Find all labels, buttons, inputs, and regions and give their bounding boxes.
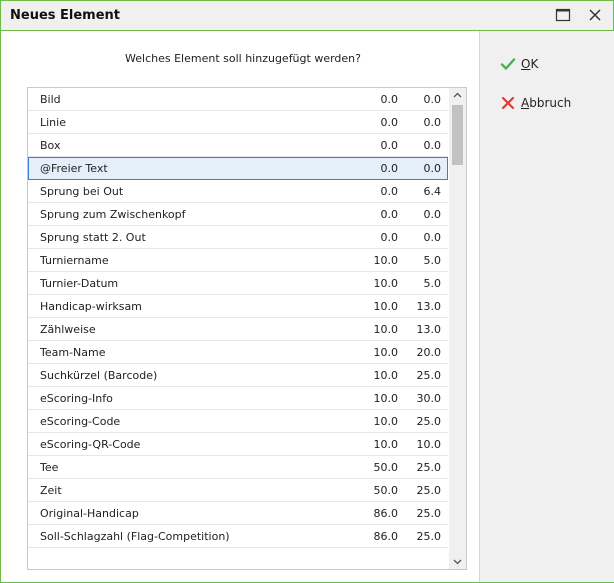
item-value-b: 25.0	[416, 507, 442, 520]
chevron-down-icon[interactable]	[452, 556, 463, 567]
item-value-a: 10.0	[373, 392, 399, 405]
item-name: @Freier Text	[40, 162, 108, 175]
item-name: Sprung zum Zwischenkopf	[40, 208, 186, 221]
item-value-b: 25.0	[416, 369, 442, 382]
item-value-b: 13.0	[416, 323, 442, 336]
item-value-b: 25.0	[416, 484, 442, 497]
item-value-b: 0.0	[423, 116, 442, 129]
item-value-a: 0.0	[380, 93, 399, 106]
window-title: Neues Element	[10, 8, 121, 23]
list-item[interactable]: Turniername 10.0 5.0	[28, 249, 448, 272]
item-value-a: 0.0	[380, 162, 399, 175]
title-bar: Neues Element	[1, 1, 613, 31]
item-value-a: 10.0	[373, 300, 399, 313]
item-name: Zeit	[40, 484, 62, 497]
list-item[interactable]: Sprung bei Out 0.0 6.4	[28, 180, 448, 203]
item-value-b: 25.0	[416, 461, 442, 474]
checkmark-icon	[500, 56, 516, 72]
cancel-label: Abbruch	[521, 96, 572, 110]
item-value-b: 0.0	[423, 208, 442, 221]
item-name: Team-Name	[40, 346, 106, 359]
item-name: eScoring-Code	[40, 415, 121, 428]
list-item[interactable]: Zählweise 10.0 13.0	[28, 318, 448, 341]
cancel-button[interactable]: Abbruch	[500, 94, 571, 112]
item-value-b: 20.0	[416, 346, 442, 359]
question-label: Welches Element soll hinzugefügt werden?	[125, 52, 361, 65]
item-name: Soll-Schlagzahl (Flag-Competition)	[40, 530, 230, 543]
list-item[interactable]: Box 0.0 0.0	[28, 134, 448, 157]
list-item[interactable]: Handicap-wirksam 10.0 13.0	[28, 295, 448, 318]
item-value-a: 0.0	[380, 185, 399, 198]
item-value-a: 10.0	[373, 277, 399, 290]
vertical-scrollbar[interactable]	[449, 88, 466, 569]
maximize-icon[interactable]	[555, 7, 571, 23]
item-value-a: 50.0	[373, 484, 399, 497]
item-name: Turniername	[40, 254, 109, 267]
list-item[interactable]: Soll-Schlagzahl (Flag-Competition) 86.0 25…	[28, 525, 448, 548]
list-item[interactable]: @Freier Text 0.0 0.0	[28, 157, 448, 180]
list-item[interactable]: Original-Handicap 86.0 25.0	[28, 502, 448, 525]
scrollbar-thumb[interactable]	[452, 105, 463, 165]
item-name: eScoring-QR-Code	[40, 438, 141, 451]
item-name: Sprung statt 2. Out	[40, 231, 146, 244]
item-value-a: 50.0	[373, 461, 399, 474]
list-item[interactable]: eScoring-QR-Code 10.0 10.0	[28, 433, 448, 456]
item-value-a: 86.0	[373, 507, 399, 520]
item-value-b: 0.0	[423, 162, 442, 175]
item-name: Tee	[40, 461, 59, 474]
list-item[interactable]: Suchkürzel (Barcode) 10.0 25.0	[28, 364, 448, 387]
item-name: Sprung bei Out	[40, 185, 124, 198]
item-value-b: 25.0	[416, 415, 442, 428]
item-name: Turnier-Datum	[40, 277, 119, 290]
list-item[interactable]: eScoring-Info 10.0 30.0	[28, 387, 448, 410]
ok-label: OK	[521, 57, 539, 71]
item-value-a: 0.0	[380, 208, 399, 221]
item-value-a: 0.0	[380, 139, 399, 152]
item-value-b: 30.0	[416, 392, 442, 405]
list-item[interactable]: Sprung zum Zwischenkopf 0.0 0.0	[28, 203, 448, 226]
item-value-b: 0.0	[423, 231, 442, 244]
item-value-a: 10.0	[373, 323, 399, 336]
item-value-b: 5.0	[423, 277, 442, 290]
item-value-a: 10.0	[373, 415, 399, 428]
list-item[interactable]: eScoring-Code 10.0 25.0	[28, 410, 448, 433]
item-name: Suchkürzel (Barcode)	[40, 369, 158, 382]
list-item[interactable]: Zeit 50.0 25.0	[28, 479, 448, 502]
item-name: Original-Handicap	[40, 507, 139, 520]
item-name: Handicap-wirksam	[40, 300, 142, 313]
item-value-b: 0.0	[423, 139, 442, 152]
item-name: Zählweise	[40, 323, 96, 336]
item-value-a: 10.0	[373, 369, 399, 382]
x-icon	[500, 95, 516, 111]
item-value-a: 10.0	[373, 346, 399, 359]
element-list[interactable]: Bild 0.0 0.0 Linie 0.0 0.0 Box 0.0 0.0 @Freier Te…	[27, 87, 467, 570]
item-name: Box	[40, 139, 61, 152]
list-item[interactable]: Bild 0.0 0.0	[28, 88, 448, 111]
item-value-a: 86.0	[373, 530, 399, 543]
list-rows: Bild 0.0 0.0 Linie 0.0 0.0 Box 0.0 0.0 @Freier Te…	[28, 88, 448, 548]
item-value-b: 0.0	[423, 93, 442, 106]
item-value-b: 6.4	[423, 185, 442, 198]
list-item[interactable]: Sprung statt 2. Out 0.0 0.0	[28, 226, 448, 249]
item-value-a: 0.0	[380, 231, 399, 244]
item-value-b: 13.0	[416, 300, 442, 313]
chevron-up-icon[interactable]	[452, 90, 463, 101]
ok-button[interactable]: OK	[500, 55, 538, 73]
item-name: Bild	[40, 93, 61, 106]
action-sidebar: OK Abbruch	[479, 31, 614, 582]
item-value-b: 5.0	[423, 254, 442, 267]
item-value-a: 0.0	[380, 116, 399, 129]
item-value-a: 10.0	[373, 438, 399, 451]
list-item[interactable]: Linie 0.0 0.0	[28, 111, 448, 134]
item-value-b: 25.0	[416, 530, 442, 543]
dialog-window: Neues Element Welches Element soll hinzu…	[0, 0, 614, 583]
item-name: Linie	[40, 116, 66, 129]
list-item[interactable]: Turnier-Datum 10.0 5.0	[28, 272, 448, 295]
close-icon[interactable]	[587, 7, 603, 23]
item-name: eScoring-Info	[40, 392, 113, 405]
list-item[interactable]: Tee 50.0 25.0	[28, 456, 448, 479]
item-value-a: 10.0	[373, 254, 399, 267]
item-value-b: 10.0	[416, 438, 442, 451]
list-item[interactable]: Team-Name 10.0 20.0	[28, 341, 448, 364]
